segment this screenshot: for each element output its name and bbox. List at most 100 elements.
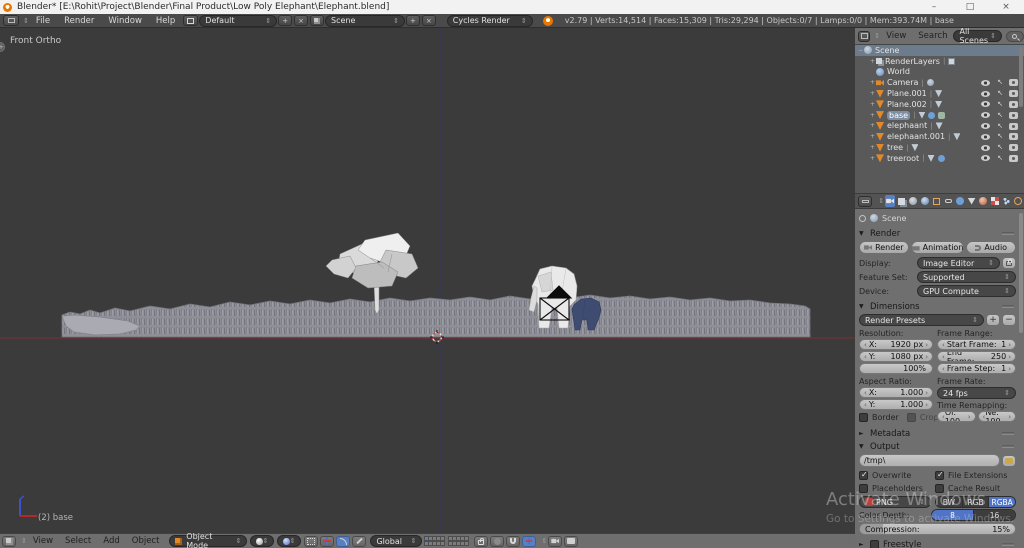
- tab-texture[interactable]: [990, 195, 1001, 207]
- step-right-icon[interactable]: ›: [925, 401, 928, 409]
- manipulator-toggle-icon[interactable]: [304, 536, 318, 547]
- outliner-item-camera[interactable]: + Camera | ↖: [855, 77, 1024, 88]
- renderability-camera-icon[interactable]: [1009, 144, 1018, 151]
- snap-element-icon[interactable]: [522, 536, 536, 547]
- renderability-camera-icon[interactable]: [1009, 155, 1018, 162]
- section-freestyle[interactable]: ► Freestyle: [859, 538, 1016, 548]
- remap-new-field[interactable]: ‹ Ne: 100 ›: [978, 411, 1017, 422]
- renderability-camera-icon[interactable]: [1009, 101, 1018, 108]
- transform-orientation-selector[interactable]: Global ⇕: [370, 535, 422, 547]
- step-left-icon[interactable]: ‹: [942, 365, 945, 373]
- outliner-search-field[interactable]: [1006, 31, 1024, 42]
- info-editor-icon[interactable]: [3, 15, 19, 26]
- step-left-icon[interactable]: ‹: [942, 353, 945, 361]
- tab-material[interactable]: [978, 195, 989, 207]
- frame-step-field[interactable]: ‹ Frame Step: 1 ›: [937, 363, 1016, 374]
- file-extensions-checkbox[interactable]: [935, 471, 944, 480]
- maximize-button[interactable]: □: [952, 2, 988, 12]
- step-left-icon[interactable]: ‹: [864, 389, 867, 397]
- visibility-eye-icon[interactable]: [981, 101, 990, 107]
- renderability-camera-icon[interactable]: [1009, 79, 1018, 86]
- visibility-eye-icon[interactable]: [981, 80, 990, 86]
- selectability-cursor-icon[interactable]: ↖: [997, 122, 1003, 130]
- section-output[interactable]: ▼ Output: [859, 440, 1016, 453]
- menu-file[interactable]: File: [29, 16, 57, 26]
- pin-icon[interactable]: [859, 215, 866, 222]
- step-right-icon[interactable]: ›: [968, 413, 971, 421]
- visibility-eye-icon[interactable]: [981, 91, 990, 97]
- render-presets-selector[interactable]: Render Presets ⇕: [859, 314, 984, 326]
- expand-toggle-icon[interactable]: +: [869, 112, 876, 119]
- outliner-item-world[interactable]: World: [855, 67, 1024, 78]
- add-preset-button[interactable]: +: [986, 314, 1000, 326]
- tab-physics[interactable]: [1013, 195, 1024, 207]
- resolution-scale-slider[interactable]: 100%: [859, 363, 933, 374]
- viewport-menu-object[interactable]: Object: [126, 536, 166, 546]
- step-right-icon[interactable]: ›: [1008, 413, 1011, 421]
- step-right-icon[interactable]: ›: [1008, 365, 1011, 373]
- tab-render-layers[interactable]: [896, 195, 907, 207]
- outliner-editor-icon[interactable]: [858, 31, 870, 42]
- add-layout-button[interactable]: +: [278, 15, 292, 26]
- selectability-cursor-icon[interactable]: ↖: [997, 132, 1003, 140]
- outliner-item-plane001[interactable]: + Plane.001 | ↖: [855, 88, 1024, 99]
- color-mode-rgba[interactable]: RGBA: [989, 497, 1015, 507]
- step-right-icon[interactable]: ›: [925, 353, 928, 361]
- crop-checkbox[interactable]: [907, 413, 916, 422]
- file-format-selector[interactable]: PNG ⇕: [859, 496, 931, 508]
- renderability-camera-icon[interactable]: [1009, 112, 1018, 119]
- step-right-icon[interactable]: ›: [925, 341, 928, 349]
- compression-slider[interactable]: Compression: 15%: [859, 523, 1016, 535]
- resolution-y-field[interactable]: ‹ Y: 1080 px ›: [859, 351, 933, 362]
- proportional-edit-icon[interactable]: [490, 536, 504, 547]
- tab-render[interactable]: [885, 195, 896, 207]
- feature-set-selector[interactable]: Supported ⇕: [917, 271, 1016, 283]
- renderability-camera-icon[interactable]: [1009, 90, 1018, 97]
- color-mode-bw[interactable]: BW: [936, 497, 963, 507]
- outliner-item-elephaant001[interactable]: + elephaant.001 | ↖: [855, 131, 1024, 142]
- visibility-eye-icon[interactable]: [981, 155, 990, 161]
- placeholders-checkbox[interactable]: [859, 484, 868, 493]
- remove-preset-button[interactable]: −: [1002, 314, 1016, 326]
- visibility-eye-icon[interactable]: [981, 123, 990, 129]
- step-left-icon[interactable]: ‹: [864, 341, 867, 349]
- scene-browse-icon[interactable]: [310, 15, 324, 26]
- expand-toggle-icon[interactable]: +: [869, 58, 876, 65]
- outliner-filter-selector[interactable]: All Scenes ⇕: [953, 30, 1001, 42]
- color-mode-rgb[interactable]: RGB: [963, 497, 990, 507]
- section-metadata[interactable]: ► Metadata: [859, 427, 1016, 440]
- expand-toggle-icon[interactable]: +: [869, 122, 876, 129]
- menu-render[interactable]: Render: [57, 16, 101, 26]
- add-scene-button[interactable]: +: [406, 15, 420, 26]
- aspect-x-field[interactable]: ‹ X: 1.000 ›: [859, 387, 933, 398]
- expand-toggle-icon[interactable]: +: [869, 79, 876, 86]
- border-checkbox[interactable]: [859, 413, 868, 422]
- snap-magnet-icon[interactable]: [506, 536, 520, 547]
- cache-result-checkbox[interactable]: [935, 484, 944, 493]
- pivot-selector[interactable]: ⇕: [277, 535, 301, 547]
- audio-button[interactable]: Audio: [966, 241, 1016, 254]
- depth-8-button[interactable]: 8: [932, 510, 974, 520]
- tab-object[interactable]: [931, 195, 942, 207]
- outliner-item-base[interactable]: + base | ↖: [855, 110, 1024, 121]
- start-frame-field[interactable]: ‹ Start Frame: 1 ›: [937, 339, 1016, 350]
- viewport-menu-add[interactable]: Add: [97, 536, 125, 546]
- menu-help[interactable]: Help: [149, 16, 182, 26]
- display-selector[interactable]: Image Editor ⇕: [917, 257, 1000, 269]
- outliner-menu-search[interactable]: Search: [912, 31, 953, 41]
- scale-manipulator-icon[interactable]: [352, 536, 366, 547]
- device-selector[interactable]: GPU Compute ⇕: [917, 285, 1016, 297]
- remap-old-field[interactable]: ‹ Ol: 100 ›: [937, 411, 976, 422]
- outliner-item-elephaant[interactable]: + elephaant | ↖: [855, 121, 1024, 132]
- layer-buttons[interactable]: [424, 536, 444, 546]
- expand-toggle-icon[interactable]: +: [869, 144, 876, 151]
- overwrite-checkbox[interactable]: [859, 471, 868, 480]
- properties-editor-icon[interactable]: [858, 196, 872, 207]
- animation-button[interactable]: Animation: [911, 241, 965, 254]
- viewport-menu-select[interactable]: Select: [59, 536, 97, 546]
- step-left-icon[interactable]: ‹: [864, 353, 867, 361]
- end-frame-field[interactable]: ‹ End Frame: 250 ›: [937, 351, 1016, 362]
- display-lock-icon[interactable]: [1002, 257, 1016, 269]
- selectability-cursor-icon[interactable]: ↖: [997, 89, 1003, 97]
- expand-toggle-icon[interactable]: +: [869, 90, 876, 97]
